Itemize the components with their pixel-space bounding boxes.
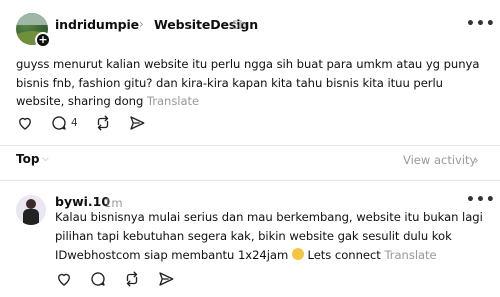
reply-actions [55, 269, 175, 289]
reply-text-tail: Lets connect [303, 248, 381, 262]
post-username[interactable]: indridumpie [55, 17, 139, 32]
chevron-right-icon[interactable]: › [474, 153, 479, 167]
post-text: guyss menurut kalian website itu perlu n… [16, 57, 480, 108]
more-options-icon[interactable]: ••• [466, 192, 496, 208]
divider [0, 180, 500, 181]
reply-body: Kalau bisnisnya mulai serius dan mau ber… [55, 208, 487, 265]
translate-link[interactable]: Translate [147, 94, 199, 108]
comment-icon[interactable] [50, 114, 68, 132]
more-options-icon[interactable]: ••• [466, 16, 496, 32]
avatar-body [23, 209, 39, 225]
share-icon[interactable] [157, 270, 175, 288]
post-actions: 4 [16, 113, 146, 133]
heart-icon[interactable] [16, 114, 34, 132]
reply-count: 4 [71, 117, 78, 129]
handshake-emoji-icon [291, 248, 304, 260]
reply-avatar[interactable] [16, 195, 46, 225]
chevron-down-icon[interactable]: ⌵ [42, 154, 49, 164]
post-time: 5h [232, 18, 247, 32]
heart-icon[interactable] [55, 270, 73, 288]
sort-dropdown[interactable]: Top [16, 152, 39, 166]
comment-icon[interactable] [89, 270, 107, 288]
divider [0, 145, 500, 146]
translate-link[interactable]: Translate [384, 248, 436, 262]
view-activity-link[interactable]: View activity [403, 153, 476, 167]
chevron-right-icon: › [139, 17, 144, 31]
avatar-sky [16, 13, 48, 25]
post-body: guyss menurut kalian website itu perlu n… [16, 55, 486, 111]
share-icon[interactable] [128, 114, 146, 132]
repost-icon[interactable] [123, 270, 141, 288]
follow-plus-icon[interactable]: + [35, 32, 51, 48]
reply-username[interactable]: bywi.10 [55, 194, 110, 209]
repost-icon[interactable] [94, 114, 112, 132]
avatar-head [26, 199, 36, 209]
